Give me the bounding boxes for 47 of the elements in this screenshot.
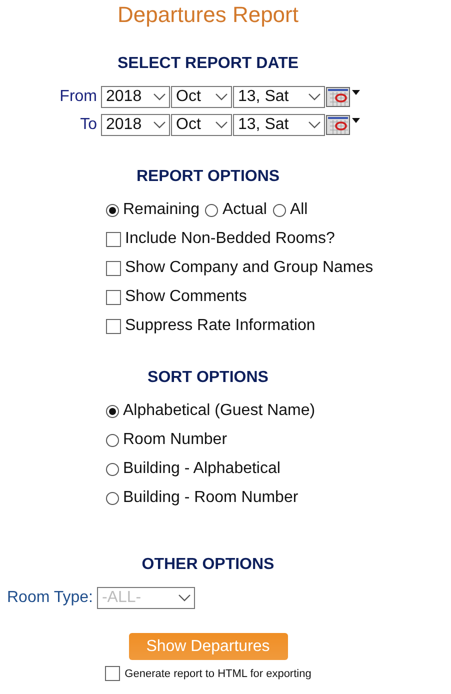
checkbox-label: Generate report to HTML for exporting (124, 668, 312, 680)
radio-button[interactable] (106, 404, 119, 418)
chevron-icon (178, 594, 191, 602)
radio-label: Alphabetical (Guest Name) (123, 402, 316, 420)
year-dropdown[interactable]: 2018 (101, 114, 170, 136)
month-dropdown[interactable]: Oct (171, 86, 232, 108)
date-label: From (58, 88, 97, 106)
checkbox[interactable] (106, 260, 121, 276)
day-dropdown[interactable]: 13, Sat (233, 86, 325, 108)
section-heading: REPORT OPTIONS (135, 167, 281, 187)
checkbox-label: Include Non-Bedded Rooms? (125, 230, 335, 248)
room-type-label: Room Type: (7, 589, 93, 607)
radio-label: Actual (222, 201, 267, 219)
chevron-icon (215, 93, 228, 101)
checkbox[interactable] (106, 290, 121, 304)
month-dropdown[interactable]: Oct (171, 114, 232, 136)
radio-button[interactable] (106, 434, 119, 446)
section-heading: OTHER OPTIONS (140, 555, 276, 575)
section-heading: SORT OPTIONS (146, 368, 270, 388)
radio-button[interactable] (106, 204, 119, 216)
radio-button[interactable] (106, 492, 119, 504)
checkbox-label: Show Company and Group Names (125, 259, 374, 277)
radio-button[interactable] (106, 462, 119, 476)
chevron-icon (308, 93, 321, 101)
year-dropdown[interactable]: 2018 (101, 86, 170, 108)
radio-label: All (290, 201, 308, 219)
checkbox-label: Show Comments (125, 288, 247, 306)
chevron-icon (215, 121, 228, 129)
day-dropdown[interactable]: 13, Sat (233, 114, 325, 136)
chevron-icon (308, 121, 321, 129)
checkbox[interactable] (106, 318, 121, 334)
checkbox[interactable] (104, 666, 120, 681)
radio-button[interactable] (205, 204, 218, 216)
radio-label: Room Number (123, 431, 228, 449)
radio-label: Remaining (123, 201, 200, 219)
checkbox-label: Suppress Rate Information (125, 317, 316, 335)
calendar-icon[interactable] (326, 114, 361, 136)
section-heading: SELECT REPORT DATE (116, 54, 300, 74)
radio-label: Building - Alphabetical (123, 460, 280, 478)
page-title: Departures Report (116, 2, 300, 28)
checkbox[interactable] (106, 232, 121, 246)
radio-label: Building - Room Number (123, 489, 298, 507)
chevron-icon (153, 93, 166, 101)
date-label: To (79, 116, 97, 134)
chevron-icon (153, 121, 166, 129)
calendar-icon[interactable] (326, 86, 361, 108)
radio-button[interactable] (272, 204, 286, 216)
